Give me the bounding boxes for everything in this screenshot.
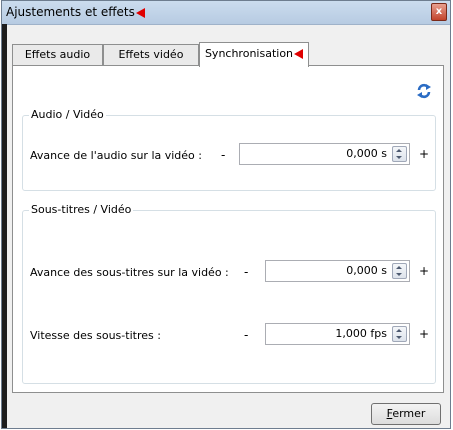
- spin-arrows-icon[interactable]: [392, 146, 407, 162]
- subtitle-delay-minus: -: [244, 265, 249, 279]
- window-left-edge: [2, 24, 7, 428]
- fermer-button[interactable]: Fermer: [371, 403, 441, 425]
- window-close-button[interactable]: x: [431, 3, 447, 21]
- tab-synchronisation[interactable]: Synchronisation: [199, 42, 309, 67]
- subtitle-speed-label: Vitesse des sous-titres :: [30, 329, 161, 342]
- audio-delay-spinbox[interactable]: 0,000 s: [239, 143, 410, 165]
- subtitle-speed-minus: -: [244, 328, 249, 342]
- tab-effets-audio[interactable]: Effets audio: [12, 44, 103, 65]
- red-arrow-marker-icon: [135, 7, 145, 18]
- synchronisation-panel: Audio / Vidéo Avance de l'audio sur la v…: [12, 65, 444, 393]
- audio-delay-label: Avance de l'audio sur la vidéo :: [30, 149, 202, 162]
- subtitle-delay-spinbox[interactable]: 0,000 s: [265, 260, 410, 282]
- window-title: Ajustements et effets: [6, 5, 145, 19]
- subtitle-delay-plus: +: [419, 264, 430, 278]
- tab-synchronisation-label: Synchronisation: [204, 47, 294, 60]
- subtitle-speed-value: 1,000 fps: [335, 327, 387, 340]
- fermer-label: ermer: [392, 407, 426, 420]
- red-arrow-marker-icon: [294, 49, 304, 59]
- dialog-window: Ajustements et effets x Effets audio Eff…: [1, 0, 451, 429]
- group-subtitles-video: Sous-titres / Vidéo Avance des sous-titr…: [22, 203, 436, 384]
- refresh-icon[interactable]: [416, 83, 432, 99]
- audio-delay-minus: -: [221, 148, 226, 162]
- subtitle-speed-plus: +: [419, 327, 430, 341]
- audio-delay-value: 0,000 s: [346, 147, 387, 160]
- spin-arrows-icon[interactable]: [392, 326, 407, 342]
- tab-effets-video[interactable]: Effets vidéo: [103, 44, 199, 65]
- group-subtitles-video-title: Sous-titres / Vidéo: [29, 203, 134, 216]
- title-bar[interactable]: Ajustements et effets x: [2, 1, 450, 25]
- group-audio-video: Audio / Vidéo Avance de l'audio sur la v…: [22, 108, 436, 191]
- subtitle-delay-label: Avance des sous-titres sur la vidéo :: [30, 266, 229, 279]
- audio-delay-plus: +: [419, 147, 430, 161]
- subtitle-delay-value: 0,000 s: [346, 264, 387, 277]
- subtitle-speed-spinbox[interactable]: 1,000 fps: [265, 323, 410, 345]
- window-title-text: Ajustements et effets: [6, 5, 135, 19]
- group-audio-video-title: Audio / Vidéo: [29, 108, 106, 121]
- spin-arrows-icon[interactable]: [392, 263, 407, 279]
